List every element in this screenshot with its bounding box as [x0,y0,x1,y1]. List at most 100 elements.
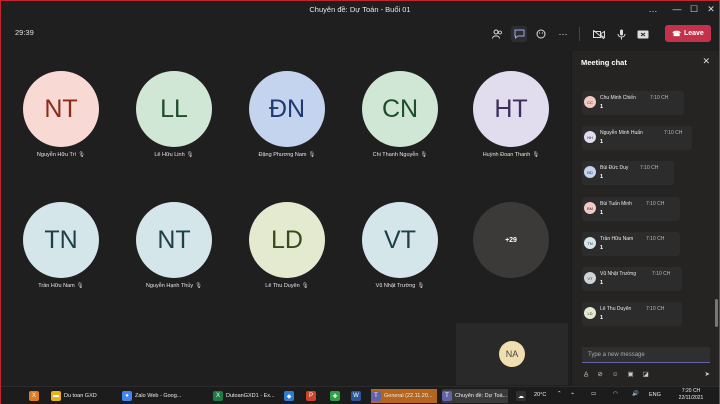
participant-tile[interactable]: NT Nguyễn Hạnh Thủy 🎙 [124,202,224,312]
battery-icon[interactable]: ▭ [591,391,596,397]
avatar: LD [584,307,596,319]
close-icon[interactable]: ✕ [702,56,710,67]
send-icon[interactable]: ➤ [705,370,710,378]
message-author: Nguyễn Minh Huấn [600,130,643,136]
chat-message: BM Bùi Tuấn Minh 7:10 CH 1 [582,197,680,221]
more-icon[interactable]: ⋯ [555,26,571,42]
avatar: LD [249,202,325,278]
taskbar-app-label: Du toan GXD [64,393,97,399]
app-icon: ✚ [330,391,340,401]
avatar: VT [362,202,438,278]
weather-temp[interactable]: 20°C [534,392,546,398]
meeting-timer: 29:39 [15,28,34,37]
tray-up-icon[interactable]: ⌃ [557,391,562,397]
gif-icon[interactable]: ▣ [627,370,633,378]
app-icon: X [29,391,39,401]
message-text: 1 [600,245,604,251]
participant-tile[interactable]: TN Trần Hữu Nam 🎙 [11,202,111,312]
people-icon[interactable] [489,26,505,42]
participant-tile[interactable]: VT Vũ Nhật Trường 🎙 [350,202,450,312]
participant-name-text: Chi Thanh Nguyễn [372,152,419,158]
participant-name: Trần Hữu Nam 🎙 [11,283,111,289]
weather-widget[interactable]: ☁ [516,389,532,403]
sticker-icon[interactable]: ◪ [643,370,649,378]
taskbar-app[interactable]: ● Zalo Web - Goog... [122,389,188,403]
mic-muted-icon: 🎙 [301,283,309,289]
participant-tile[interactable]: ĐN Đặng Phương Nam 🎙 [237,71,337,181]
taskbar-app-label: DutoanGXD1 - Ex... [226,393,275,399]
participant-tile[interactable]: CN Chi Thanh Nguyễn 🎙 [350,71,450,181]
camera-icon[interactable] [591,26,607,42]
message-text: 1 [600,210,604,216]
meeting-toolbar: 29:39 ⋯ ☎ Leave [1,17,719,51]
chat-message: CC Chu Minh Chiến 7:10 CH 1 [582,91,684,115]
taskbar-app-label: Zalo Web - Goog... [135,393,182,399]
message-author: Vũ Nhật Trường [600,271,637,277]
avatar: CN [362,71,438,147]
message-author: Bùi Đức Duy [600,165,629,171]
taskbar-app[interactable]: W [351,389,365,403]
taskbar-app-active[interactable]: T Chuyên đề: Dự Toá... [442,389,508,403]
participant-tile[interactable]: LD Lê Thu Duyên 🎙 [237,202,337,312]
avatar: BM [584,202,596,214]
emoji-icon[interactable]: ☺ [612,371,619,378]
participant-grid: NT Nguyễn Hữu Trí 🎙 LL Lê Hữu Linh 🎙 ĐN Đặ… [1,51,571,386]
participant-name-text: Lê Thu Duyên [265,283,300,289]
message-time: 7:10 CH [652,271,671,277]
chrome-icon: ● [122,391,132,401]
network-icon[interactable]: ⌁ [571,391,574,397]
more-options-icon[interactable]: … [641,1,665,17]
avatar: NT [136,202,212,278]
compose-box[interactable]: Type a new message [582,347,710,363]
reactions-icon[interactable] [533,26,549,42]
mic-icon[interactable] [613,26,629,42]
volume-icon[interactable]: 🔊 [632,391,639,397]
taskbar-app[interactable]: ◆ [284,389,298,403]
participant-name: Lê Thu Duyên 🎙 [237,283,337,289]
taskbar-app[interactable]: P [306,389,320,403]
participant-tile[interactable]: HT Huỳnh Đoan Thanh 🎙 [461,71,561,181]
participant-tile[interactable]: NT Nguyễn Hữu Trí 🎙 [11,71,111,181]
taskbar-clock[interactable]: 7:20 CH 22/11/2021 [671,388,711,402]
taskbar-app[interactable]: ▬ Du toan GXD [51,389,117,403]
participant-name: Vũ Nhật Trường 🎙 [350,283,450,289]
close-window-icon[interactable]: ✕ [699,1,720,17]
more-participants-tile[interactable]: +29 [461,202,561,312]
taskbar-app[interactable]: X DutoanGXD1 - Ex... [213,389,279,403]
meeting-chat-panel: Meeting chat ✕ CC Chu Minh Chiến 7:10 CH… [571,51,719,386]
avatar: CC [584,96,596,108]
window-title: Chuyên đề: Dự Toán - Buổi 01 [309,4,411,14]
chat-icon[interactable] [511,26,527,42]
share-screen-icon[interactable] [635,26,651,42]
message-text: 1 [600,139,604,145]
word-icon: W [351,391,361,401]
leave-button[interactable]: ☎ Leave [665,25,711,42]
wifi-icon[interactable]: ◠ [613,391,618,397]
format-icon[interactable]: A̲ [584,371,588,378]
participant-name-text: Lê Hữu Linh [154,152,185,158]
message-author: Trần Hữu Nam [600,236,634,242]
avatar: TN [23,202,99,278]
participant-name-text: Vũ Nhật Trường [375,283,416,289]
title-bar: Chuyên đề: Dự Toán - Buổi 01 … — ☐ ✕ [1,1,719,17]
taskbar-app[interactable]: ✚ [330,389,344,403]
taskbar-app[interactable]: T General (22.11.20... [371,389,437,403]
attach-icon[interactable]: ⊘ [597,370,602,378]
vscode-icon: ◆ [284,391,294,401]
participant-name: Nguyễn Hữu Trí 🎙 [11,152,111,158]
taskbar-app[interactable]: X [29,389,43,403]
chat-scrollbar[interactable] [715,299,718,327]
chat-message: NH Nguyễn Minh Huấn 7:10 CH 1 [582,126,692,150]
powerpoint-icon: P [306,391,316,401]
avatar: TN [584,237,596,249]
mic-muted-icon: 🎙 [78,152,86,158]
language-indicator[interactable]: ENG [649,392,661,398]
participant-name-text: Nguyễn Hữu Trí [36,152,77,158]
message-text: 1 [600,315,604,321]
clock-time: 7:20 CH [681,388,701,394]
participant-tile[interactable]: LL Lê Hữu Linh 🎙 [124,71,224,181]
avatar: LL [136,71,212,147]
participant-name-text: Đặng Phương Nam [258,152,307,158]
chat-message: TN Trần Hữu Nam 7:10 CH 1 [582,232,680,256]
self-view[interactable]: NA [456,323,568,385]
